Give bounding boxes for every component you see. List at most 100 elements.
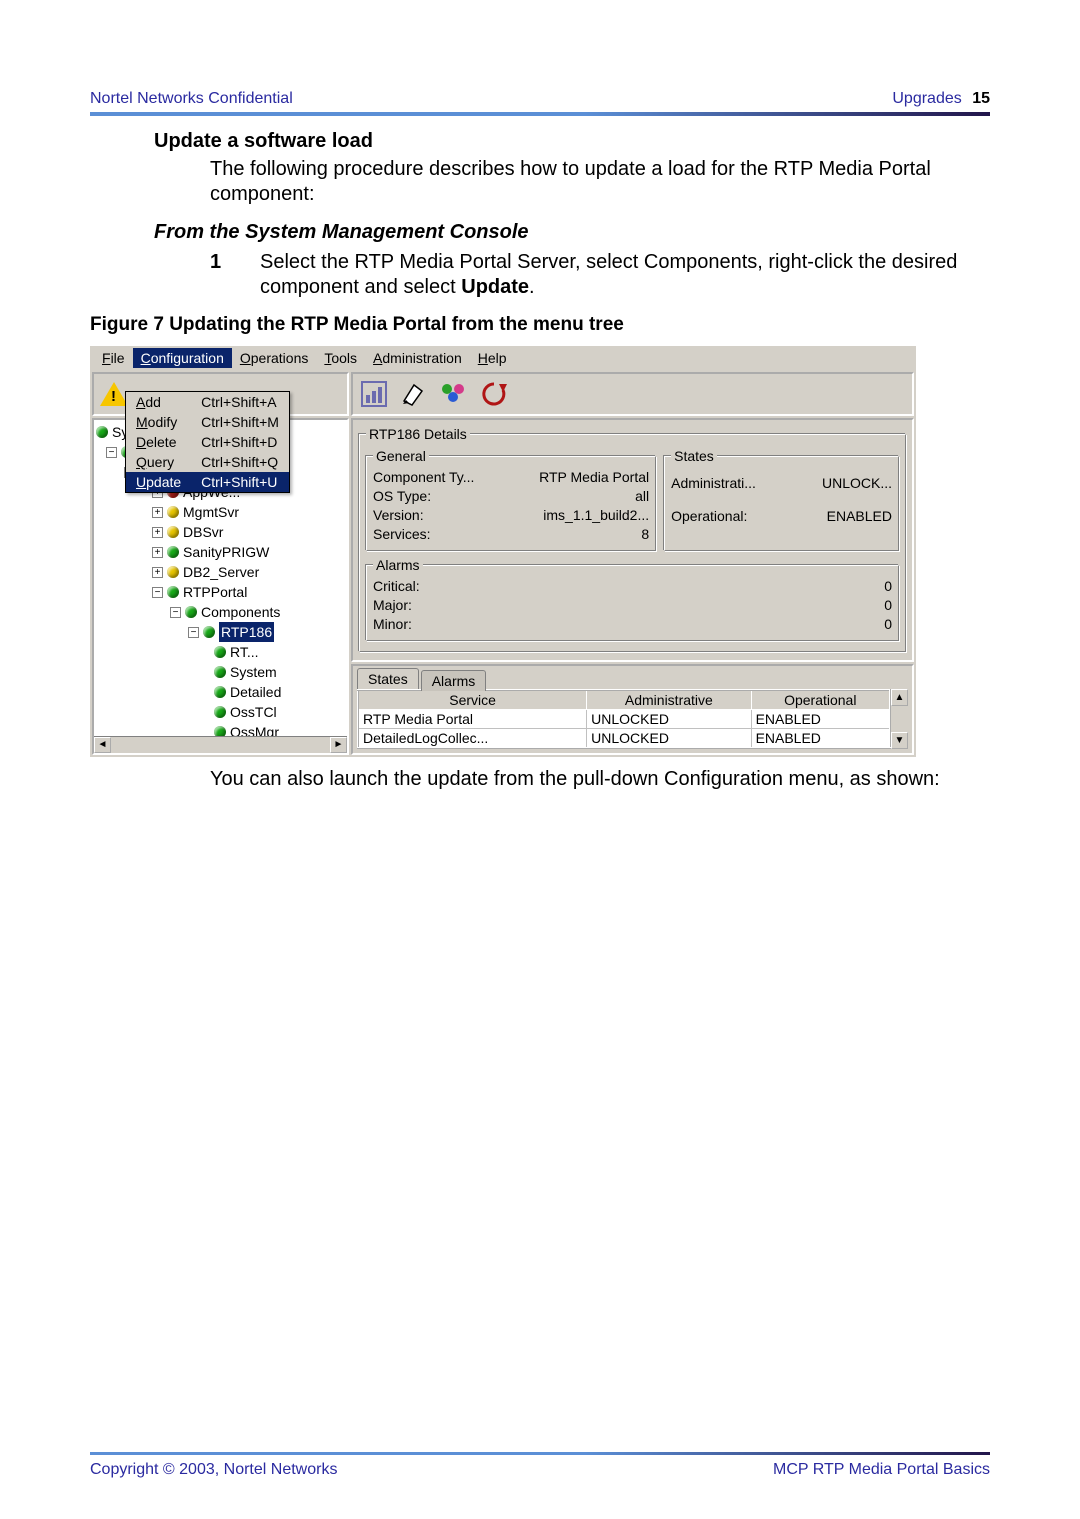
configuration-dropdown: AddCtrl+Shift+A ModifyCtrl+Shift+M Delet… [125,391,290,493]
subheading: From the System Management Console [154,221,990,244]
kv-val: 0 [884,615,892,634]
col-administrative[interactable]: Administrative [587,690,751,710]
col-service[interactable]: Service [358,690,587,710]
intro-paragraph: The following procedure describes how to… [210,157,990,207]
menu-item-update[interactable]: UpdateCtrl+Shift+U [126,472,289,492]
kv-key: Minor: [373,615,412,634]
menu-item-query[interactable]: QueryCtrl+Shift+Q [126,452,289,472]
header-rule [90,112,990,116]
step-text-c: . [529,276,535,298]
status-dot-icon [96,426,108,438]
kv-key: Critical: [373,577,420,596]
kv-val: 0 [884,596,892,615]
states-legend: States [671,448,717,464]
kv-val: all [635,487,649,506]
after-paragraph: You can also launch the update from the … [210,767,990,792]
grid-row[interactable]: DetailedLogCollec... UNLOCKED ENABLED [358,729,890,749]
figure-title: Updating the RTP Media Portal from the m… [169,314,624,335]
header-page-number: 15 [972,90,990,107]
step-number: 1 [210,250,260,300]
step-text-b: Update [461,276,529,298]
figure-caption: Figure 7 Updating the RTP Media Portal f… [90,314,990,336]
tree-node-dbsvr[interactable]: DBSvr [183,522,223,542]
scroll-right-button[interactable]: ► [330,737,347,753]
tab-states[interactable]: States [357,668,419,689]
kv-val: ENABLED [827,507,892,526]
figure-prefix: Figure 7 [90,314,169,335]
tree-node-mgmtsvr[interactable]: MgmtSvr [183,502,239,522]
menu-item-modify[interactable]: ModifyCtrl+Shift+M [126,412,289,432]
grid-vscrollbar[interactable]: ▲ ▼ [891,689,908,749]
tree-hscrollbar[interactable]: ◄ ► [94,736,347,753]
kv-val: 8 [641,525,649,544]
kv-key: Administrati... [671,474,756,493]
footer-copyright: Copyright © 2003, Nortel Networks [90,1461,337,1479]
status-dot-icon [167,506,179,518]
kv-key: Version: [373,506,424,525]
menu-item-delete[interactable]: DeleteCtrl+Shift+D [126,432,289,452]
tree-expander[interactable]: − [152,587,163,598]
tree-node-db2server[interactable]: DB2_Server [183,562,259,582]
header-section: Upgrades [892,90,961,107]
kv-key: Major: [373,596,412,615]
scroll-up-button[interactable]: ▲ [891,689,908,706]
grid-cell: ENABLED [751,729,890,749]
users-icon[interactable] [439,379,469,409]
scroll-left-button[interactable]: ◄ [94,737,111,753]
grid-row[interactable]: RTP Media Portal UNLOCKED ENABLED [358,710,890,729]
details-title: RTP186 Details [366,426,470,442]
tree-leaf[interactable]: System [230,662,277,682]
tabs-panel: States Alarms Service Administrative Ope… [351,664,914,755]
status-dot-icon [167,526,179,538]
status-dot-icon [167,566,179,578]
tree-expander[interactable]: − [188,627,199,638]
status-dot-icon [203,626,215,638]
tree-node-rtp186[interactable]: RTP186 [219,622,274,642]
tree-node-components[interactable]: Components [201,602,280,622]
menu-operations[interactable]: Operations [232,348,316,368]
grid-cell: DetailedLogCollec... [358,729,587,749]
tree-leaf[interactable]: OssTCl [230,702,277,722]
grid-cell: UNLOCKED [587,729,751,749]
section-heading: Update a software load [154,130,990,153]
tree-leaf[interactable]: RT... [230,642,259,662]
kv-val: RTP Media Portal [539,468,649,487]
tree-expander[interactable]: − [170,607,181,618]
status-dot-icon [167,586,179,598]
grid-cell: ENABLED [751,710,890,729]
console-window: File Configuration Operations Tools Admi… [90,346,916,757]
menu-administration[interactable]: Administration [365,348,470,368]
tree-expander[interactable]: + [152,547,163,558]
grid-cell: RTP Media Portal [358,710,587,729]
toolbar [351,372,914,416]
tree-expander[interactable]: − [106,447,117,458]
grid-cell: UNLOCKED [587,710,751,729]
menu-item-add[interactable]: AddCtrl+Shift+A [126,392,289,412]
refresh-icon[interactable] [479,379,509,409]
kv-key: Services: [373,525,431,544]
tab-alarms[interactable]: Alarms [421,670,487,691]
tree-expander[interactable]: + [152,527,163,538]
tree-node-sanityprigw[interactable]: SanityPRIGW [183,542,269,562]
details-panel: RTP186 Details General Component Ty...RT… [351,418,914,662]
kv-key: Operational: [671,507,747,526]
menu-configuration[interactable]: Configuration [133,348,232,368]
status-dot-icon [214,706,226,718]
menu-help[interactable]: Help [470,348,515,368]
menu-tools[interactable]: Tools [316,348,365,368]
status-dot-icon [214,686,226,698]
status-dot-icon [185,606,197,618]
tree-leaf[interactable]: Detailed [230,682,281,702]
status-dot-icon [214,646,226,658]
scroll-down-button[interactable]: ▼ [891,732,908,749]
step-text-a: Select the RTP Media Portal Server, sele… [260,251,957,298]
tree-node-rtpportal[interactable]: RTPPortal [183,582,247,602]
note-icon[interactable] [399,379,429,409]
kv-key: Component Ty... [373,468,474,487]
tree-expander[interactable]: + [152,507,163,518]
tree-expander[interactable]: + [152,567,163,578]
col-operational[interactable]: Operational [751,690,890,710]
menu-file[interactable]: File [94,348,133,368]
kv-val: ims_1.1_build2... [543,506,649,525]
chart-icon[interactable] [359,379,389,409]
